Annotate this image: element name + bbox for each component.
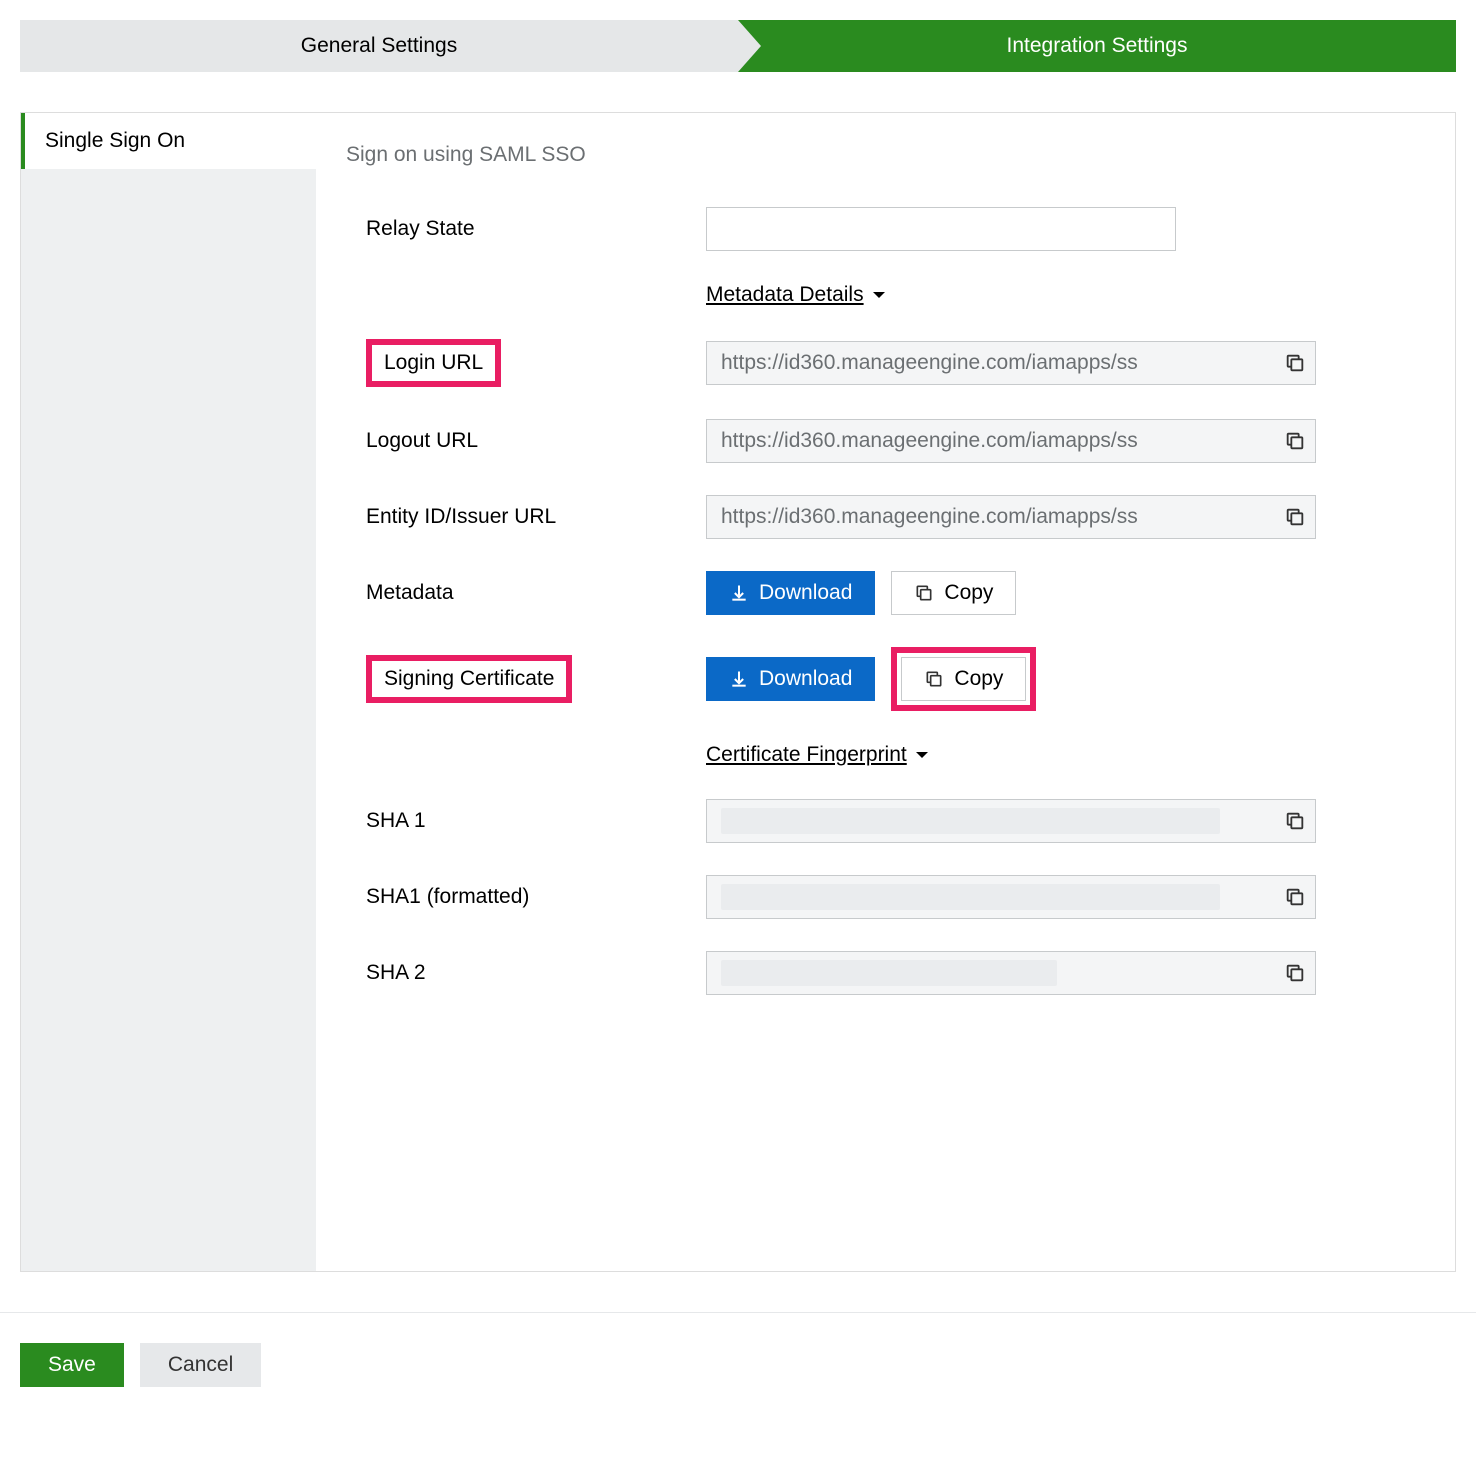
row-logout-url: Logout URL https://id360.manageengine.co… bbox=[346, 419, 1415, 463]
input-relay-state[interactable] bbox=[706, 207, 1176, 251]
copy-icon[interactable] bbox=[1284, 810, 1306, 832]
value-entity-id[interactable]: https://id360.manageengine.com/iamapps/s… bbox=[706, 495, 1316, 539]
label-metadata: Metadata bbox=[346, 581, 706, 605]
highlight-signing-certificate: Signing Certificate bbox=[366, 655, 572, 703]
metadata-details-label: Metadata Details bbox=[706, 283, 864, 307]
row-metadata-details: Metadata Details bbox=[346, 283, 1415, 307]
field-logout-url: https://id360.manageengine.com/iamapps/s… bbox=[706, 419, 1316, 463]
label-sha2: SHA 2 bbox=[346, 961, 706, 985]
copy-metadata-button[interactable]: Copy bbox=[891, 571, 1016, 615]
settings-content: Sign on using SAML SSO Relay State Metad… bbox=[316, 113, 1455, 1271]
row-metadata: Metadata Download Copy bbox=[346, 571, 1415, 615]
label-login-url: Login URL bbox=[384, 351, 483, 374]
value-sha1[interactable] bbox=[706, 799, 1316, 843]
field-sha1 bbox=[706, 799, 1316, 843]
copy-icon[interactable] bbox=[1284, 352, 1306, 374]
toggle-certificate-fingerprint[interactable]: Certificate Fingerprint bbox=[706, 743, 929, 767]
label-sha1: SHA 1 bbox=[346, 809, 706, 833]
copy-certificate-button[interactable]: Copy bbox=[901, 657, 1026, 701]
wizard-steps: General Settings Integration Settings bbox=[20, 20, 1456, 72]
sidebar-item-label: Single Sign On bbox=[45, 129, 185, 152]
value-logout-url[interactable]: https://id360.manageengine.com/iamapps/s… bbox=[706, 419, 1316, 463]
sidebar-item-sso[interactable]: Single Sign On bbox=[21, 113, 316, 169]
settings-sidebar: Single Sign On bbox=[21, 113, 316, 1271]
row-relay-state: Relay State bbox=[346, 207, 1415, 251]
download-certificate-button[interactable]: Download bbox=[706, 657, 875, 701]
download-icon bbox=[729, 669, 749, 689]
copy-icon[interactable] bbox=[1284, 886, 1306, 908]
settings-panel: Single Sign On Sign on using SAML SSO Re… bbox=[20, 112, 1456, 1272]
footer-separator bbox=[0, 1312, 1476, 1313]
copy-label: Copy bbox=[944, 581, 993, 605]
label-logout-url: Logout URL bbox=[346, 429, 706, 453]
download-label: Download bbox=[759, 581, 852, 605]
field-entity-id: https://id360.manageengine.com/iamapps/s… bbox=[706, 495, 1316, 539]
certificate-fingerprint-label: Certificate Fingerprint bbox=[706, 743, 907, 767]
highlight-copy-certificate: Copy bbox=[891, 647, 1036, 711]
label-relay-state: Relay State bbox=[346, 217, 706, 241]
field-sha1-formatted bbox=[706, 875, 1316, 919]
row-sha2: SHA 2 bbox=[346, 951, 1415, 995]
step-general-settings[interactable]: General Settings bbox=[20, 20, 738, 72]
field-sha2 bbox=[706, 951, 1316, 995]
copy-icon[interactable] bbox=[1284, 506, 1306, 528]
cancel-button[interactable]: Cancel bbox=[140, 1343, 261, 1387]
step-integration-label: Integration Settings bbox=[1007, 34, 1188, 58]
label-entity-id: Entity ID/Issuer URL bbox=[346, 505, 706, 529]
footer-actions: Save Cancel bbox=[20, 1343, 1456, 1417]
toggle-metadata-details[interactable]: Metadata Details bbox=[706, 283, 886, 307]
row-certificate-fingerprint: Certificate Fingerprint bbox=[346, 743, 1415, 767]
copy-icon[interactable] bbox=[1284, 962, 1306, 984]
download-metadata-button[interactable]: Download bbox=[706, 571, 875, 615]
step-integration-settings[interactable]: Integration Settings bbox=[738, 20, 1456, 72]
copy-icon bbox=[914, 583, 934, 603]
label-signing-certificate: Signing Certificate bbox=[384, 667, 554, 690]
row-entity-id: Entity ID/Issuer URL https://id360.manag… bbox=[346, 495, 1415, 539]
row-login-url: Login URL https://id360.manageengine.com… bbox=[346, 339, 1415, 387]
field-login-url: https://id360.manageengine.com/iamapps/s… bbox=[706, 341, 1316, 385]
chevron-down-icon bbox=[872, 290, 886, 300]
highlight-login-url: Login URL bbox=[366, 339, 501, 387]
value-login-url[interactable]: https://id360.manageengine.com/iamapps/s… bbox=[706, 341, 1316, 385]
row-sha1-formatted: SHA1 (formatted) bbox=[346, 875, 1415, 919]
content-heading: Sign on using SAML SSO bbox=[346, 143, 1415, 167]
label-sha1-formatted: SHA1 (formatted) bbox=[346, 885, 706, 909]
value-sha2[interactable] bbox=[706, 951, 1316, 995]
value-sha1-formatted[interactable] bbox=[706, 875, 1316, 919]
chevron-down-icon bbox=[915, 750, 929, 760]
save-button[interactable]: Save bbox=[20, 1343, 124, 1387]
step-general-label: General Settings bbox=[301, 34, 457, 58]
row-sha1: SHA 1 bbox=[346, 799, 1415, 843]
copy-icon[interactable] bbox=[1284, 430, 1306, 452]
row-signing-certificate: Signing Certificate Download Copy bbox=[346, 647, 1415, 711]
download-label: Download bbox=[759, 667, 852, 691]
download-icon bbox=[729, 583, 749, 603]
copy-label: Copy bbox=[954, 667, 1003, 691]
copy-icon bbox=[924, 669, 944, 689]
